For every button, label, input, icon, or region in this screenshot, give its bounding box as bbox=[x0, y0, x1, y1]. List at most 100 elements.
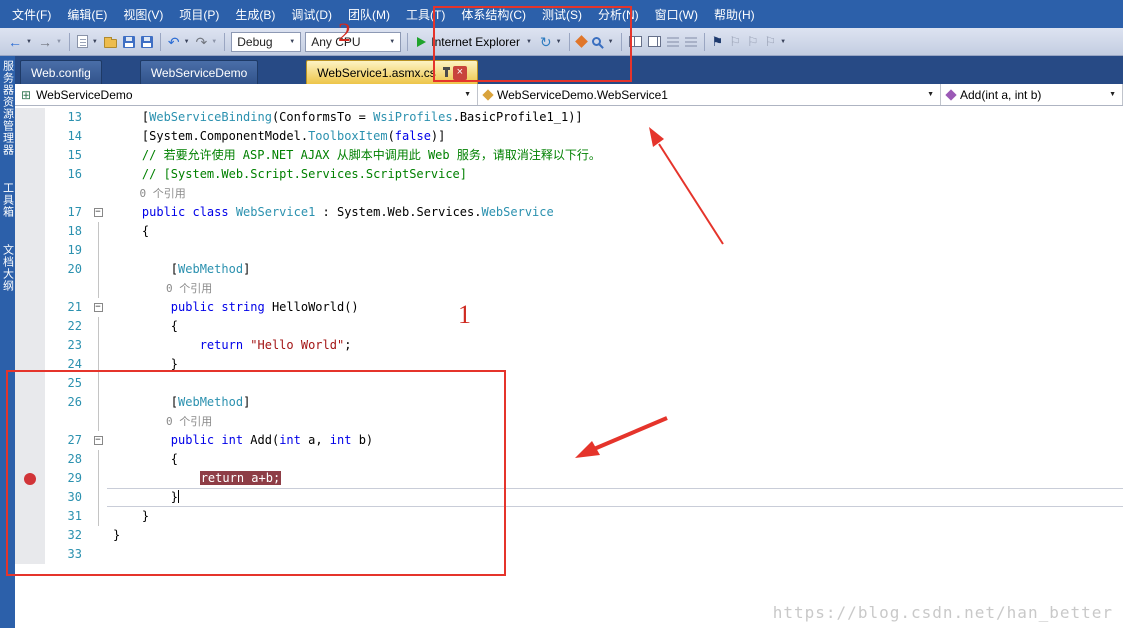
code-editor[interactable]: 13 [WebServiceBinding(ConformsTo = WsiPr… bbox=[15, 106, 1123, 628]
code-text[interactable]: return "Hello World"; bbox=[107, 336, 1123, 355]
code-text[interactable]: 0 个引用 bbox=[107, 184, 1123, 203]
code-text[interactable]: } bbox=[107, 526, 1123, 545]
code-text[interactable] bbox=[107, 545, 1123, 564]
code-text[interactable]: return a+b; bbox=[107, 469, 1123, 488]
menu-item[interactable]: 帮助(H) bbox=[706, 1, 763, 28]
toolbar-overflow-icon[interactable]: ▼ bbox=[780, 39, 786, 45]
breakpoint-margin[interactable] bbox=[15, 108, 45, 127]
breakpoint-margin[interactable] bbox=[15, 222, 45, 241]
code-text[interactable]: public class WebService1 : System.Web.Se… bbox=[107, 203, 1123, 222]
next-bookmark-button[interactable]: ⚐ bbox=[744, 33, 762, 50]
code-text[interactable]: } bbox=[107, 507, 1123, 526]
save-all-button[interactable] bbox=[138, 34, 156, 50]
code-text[interactable]: public string HelloWorld() bbox=[107, 298, 1123, 317]
breakpoint-margin[interactable] bbox=[15, 241, 45, 260]
document-tab[interactable]: WebServiceDemo bbox=[139, 60, 259, 84]
menu-item[interactable]: 编辑(E) bbox=[59, 1, 115, 28]
breakpoint-margin[interactable] bbox=[15, 127, 45, 146]
breakpoint-margin[interactable] bbox=[15, 260, 45, 279]
toggle-bookmark-button[interactable]: ⚑ bbox=[709, 33, 727, 50]
code-text[interactable]: } bbox=[107, 488, 1123, 507]
tool-window-tab[interactable]: 文档大纲 bbox=[0, 244, 16, 292]
breakpoint-margin[interactable] bbox=[15, 488, 45, 507]
menu-item[interactable]: 分析(N) bbox=[590, 1, 647, 28]
menu-item[interactable]: 调试(D) bbox=[283, 1, 340, 28]
code-text[interactable]: [WebMethod] bbox=[107, 393, 1123, 412]
new-item-button[interactable]: ▼ bbox=[74, 33, 101, 50]
save-button[interactable] bbox=[120, 34, 138, 50]
menu-item[interactable]: 测试(S) bbox=[534, 1, 590, 28]
increase-indent-button[interactable] bbox=[682, 35, 700, 49]
code-text[interactable] bbox=[107, 374, 1123, 393]
document-tab[interactable]: Web.config bbox=[20, 60, 102, 84]
breakpoint-margin[interactable] bbox=[15, 355, 45, 374]
code-text[interactable]: public int Add(int a, int b) bbox=[107, 431, 1123, 450]
navigate-forward-button[interactable]: → ▼ bbox=[35, 33, 65, 51]
breakpoint-margin[interactable] bbox=[15, 469, 45, 488]
breakpoint-margin[interactable] bbox=[15, 203, 45, 222]
collapse-icon[interactable]: − bbox=[93, 436, 103, 445]
navigate-back-button[interactable]: ← ▼ bbox=[5, 33, 35, 51]
menu-item[interactable]: 体系结构(C) bbox=[453, 1, 534, 28]
clear-bookmarks-button[interactable]: ⚐ bbox=[762, 33, 780, 50]
code-text[interactable]: [WebServiceBinding(ConformsTo = WsiProfi… bbox=[107, 108, 1123, 127]
breakpoint-margin[interactable] bbox=[15, 450, 45, 469]
tool-window-tab[interactable]: 服务器资源管理器 bbox=[0, 60, 16, 156]
menu-item[interactable]: 团队(M) bbox=[340, 1, 398, 28]
solution-configuration-dropdown[interactable]: Debug ▼ bbox=[231, 31, 302, 52]
find-button[interactable]: ▼ bbox=[589, 35, 617, 48]
code-text[interactable]: } bbox=[107, 355, 1123, 374]
solution-platform-dropdown[interactable]: Any CPU ▼ bbox=[305, 31, 402, 52]
split-view-right-button[interactable] bbox=[645, 34, 664, 49]
pin-icon[interactable] bbox=[442, 67, 450, 77]
project-dropdown[interactable]: ⊞ WebServiceDemo ▼ bbox=[15, 84, 478, 105]
menu-item[interactable]: 工具(T) bbox=[398, 1, 453, 28]
menu-item[interactable]: 文件(F) bbox=[4, 1, 59, 28]
redo-button[interactable]: ↷ ▼ bbox=[193, 33, 221, 51]
code-text[interactable]: { bbox=[107, 450, 1123, 469]
breakpoint-margin[interactable] bbox=[15, 526, 45, 545]
breakpoint-margin[interactable] bbox=[15, 146, 45, 165]
breakpoint-margin[interactable] bbox=[15, 412, 45, 431]
close-icon[interactable]: × bbox=[452, 65, 467, 80]
refresh-button[interactable]: ↻ ▼ bbox=[537, 33, 565, 51]
start-debugging-button[interactable]: Internet Explorer ▼ bbox=[412, 33, 537, 51]
outline-margin[interactable]: − bbox=[89, 298, 107, 317]
outline-margin[interactable]: − bbox=[89, 203, 107, 222]
breakpoint-margin[interactable] bbox=[15, 545, 45, 564]
code-text[interactable]: 0 个引用 bbox=[107, 412, 1123, 431]
breakpoint-margin[interactable] bbox=[15, 279, 45, 298]
member-dropdown[interactable]: Add(int a, int b) ▼ bbox=[941, 84, 1123, 105]
undo-button[interactable]: ↶ ▼ bbox=[165, 33, 193, 51]
breakpoint-margin[interactable] bbox=[15, 431, 45, 450]
breakpoint-margin[interactable] bbox=[15, 336, 45, 355]
decrease-indent-button[interactable] bbox=[664, 35, 682, 49]
menu-item[interactable]: 视图(V) bbox=[115, 1, 171, 28]
collapse-icon[interactable]: − bbox=[93, 303, 103, 312]
breakpoint-margin[interactable] bbox=[15, 393, 45, 412]
open-file-button[interactable] bbox=[101, 34, 120, 50]
breakpoint-margin[interactable] bbox=[15, 317, 45, 336]
breakpoint-margin[interactable] bbox=[15, 298, 45, 317]
attach-button[interactable] bbox=[574, 35, 589, 48]
tool-window-tab[interactable]: 工具箱 bbox=[0, 182, 16, 218]
prev-bookmark-button[interactable]: ⚐ bbox=[726, 33, 744, 50]
breakpoint-margin[interactable] bbox=[15, 374, 45, 393]
menu-item[interactable]: 项目(P) bbox=[171, 1, 227, 28]
code-text[interactable]: 0 个引用 bbox=[107, 279, 1123, 298]
breakpoint-icon[interactable] bbox=[24, 472, 36, 485]
collapse-icon[interactable]: − bbox=[93, 208, 103, 217]
type-dropdown[interactable]: WebServiceDemo.WebService1 ▼ bbox=[478, 84, 941, 105]
breakpoint-margin[interactable] bbox=[15, 507, 45, 526]
document-tab[interactable]: WebService1.asmx.cs × bbox=[306, 60, 478, 84]
code-text[interactable]: // [System.Web.Script.Services.ScriptSer… bbox=[107, 165, 1123, 184]
code-text[interactable]: // 若要允许使用 ASP.NET AJAX 从脚本中调用此 Web 服务，请取… bbox=[107, 146, 1123, 165]
code-text[interactable]: [WebMethod] bbox=[107, 260, 1123, 279]
code-text[interactable]: { bbox=[107, 317, 1123, 336]
code-text[interactable]: [System.ComponentModel.ToolboxItem(false… bbox=[107, 127, 1123, 146]
code-text[interactable] bbox=[107, 241, 1123, 260]
menu-item[interactable]: 生成(B) bbox=[227, 1, 283, 28]
outline-margin[interactable]: − bbox=[89, 431, 107, 450]
code-text[interactable]: { bbox=[107, 222, 1123, 241]
split-view-button[interactable] bbox=[626, 34, 645, 49]
